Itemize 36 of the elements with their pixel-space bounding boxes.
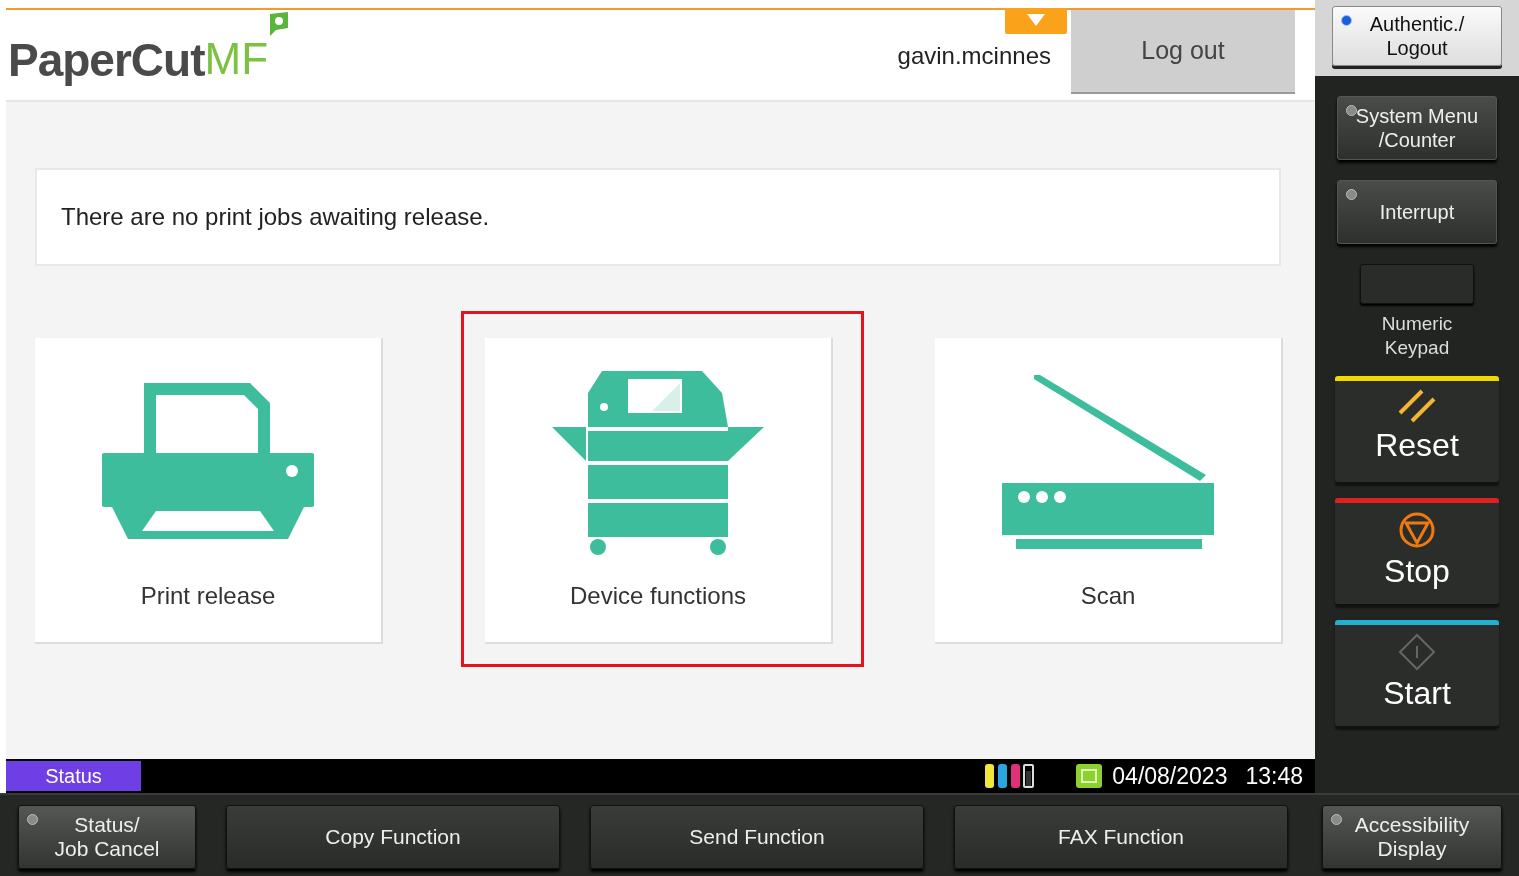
logo-text: PaperCut — [8, 32, 205, 88]
indicator-light-icon — [1346, 105, 1357, 116]
logout-button[interactable]: Log out — [1071, 10, 1295, 94]
network-status-icon — [1076, 764, 1103, 788]
status-tab[interactable]: Status — [6, 761, 141, 791]
hardware-key[interactable]: FAX Function — [954, 805, 1288, 869]
start-icon — [1398, 633, 1436, 671]
function-tile[interactable]: Device functions — [485, 338, 833, 644]
start-key[interactable]: Start — [1335, 620, 1499, 726]
logo-suffix: MF — [204, 32, 268, 83]
reset-key[interactable]: Reset — [1335, 376, 1499, 482]
key-label: Numeric Keypad — [1380, 312, 1454, 360]
indicator-light-icon — [1346, 189, 1357, 200]
hardware-key[interactable]: Interrupt — [1337, 180, 1497, 244]
function-tile[interactable]: Scan — [935, 338, 1283, 644]
copier-icon — [552, 371, 764, 555]
hardware-key[interactable]: System Menu /Counter — [1337, 96, 1497, 160]
function-tile[interactable]: Print release — [35, 338, 383, 644]
indicator-light-icon — [1341, 15, 1352, 26]
status-time: 13:48 — [1245, 761, 1303, 791]
username: gavin.mcinnes — [897, 41, 1051, 71]
reset-icon — [1398, 389, 1436, 423]
stop-key[interactable]: Stop — [1335, 498, 1499, 604]
message-panel: There are no print jobs awaiting release. — [35, 168, 1281, 266]
scanner-icon — [1002, 375, 1214, 551]
status-date: 04/08/2023 — [1112, 761, 1228, 791]
hardware-key[interactable]: Send Function — [590, 805, 924, 869]
hardware-key[interactable]: Authentic./ Logout — [1332, 6, 1502, 66]
indicator-light-icon — [1331, 814, 1342, 825]
indicator-light-icon — [27, 814, 38, 825]
hardware-key[interactable]: Copy Function — [226, 805, 560, 869]
hardware-key[interactable]: Accessibility Display — [1322, 805, 1502, 869]
dropdown-tab-icon[interactable] — [1005, 8, 1067, 34]
stop-icon — [1398, 511, 1436, 549]
hardware-key[interactable]: Status/ Job Cancel — [18, 805, 196, 869]
keypad-key[interactable] — [1360, 264, 1474, 304]
